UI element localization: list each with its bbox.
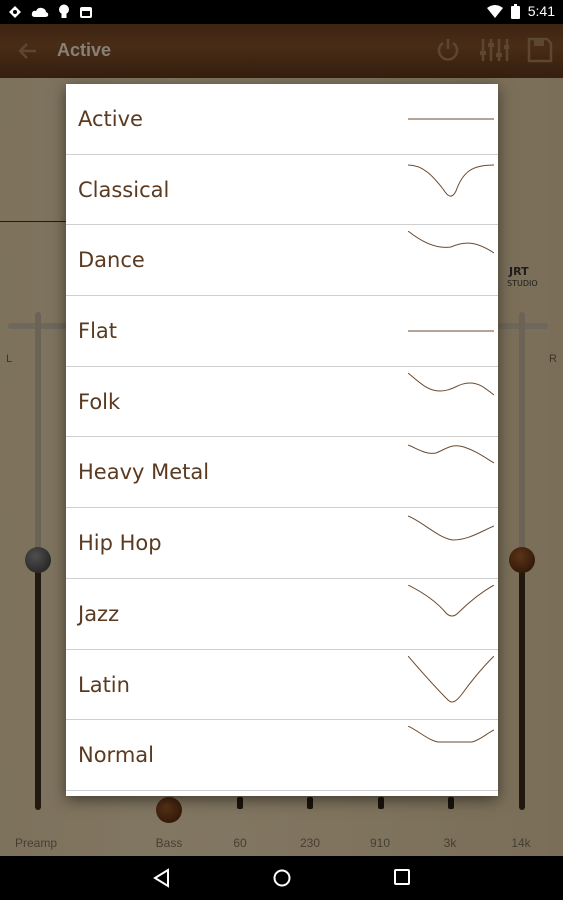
preset-item-heavy-metal[interactable]: Heavy Metal — [66, 437, 498, 509]
calendar-icon — [80, 6, 92, 18]
cloud-icon — [31, 7, 49, 17]
battery-icon — [510, 3, 520, 19]
nav-home-icon[interactable] — [272, 868, 292, 888]
nav-back-icon[interactable] — [152, 868, 172, 888]
preset-label: Flat — [78, 319, 118, 344]
eq-curve-preview-icon — [408, 584, 494, 617]
eq-curve-preview-icon — [408, 726, 494, 743]
notification-icon — [9, 5, 21, 18]
preset-item-dance[interactable]: Dance — [66, 225, 498, 297]
preset-item-normal[interactable]: Normal — [66, 720, 498, 791]
nav-recents-icon[interactable] — [393, 868, 411, 886]
preset-item-folk[interactable]: Folk — [66, 367, 498, 438]
eq-curve-preview-icon — [408, 372, 494, 396]
preset-item-jazz[interactable]: Jazz — [66, 579, 498, 650]
preset-label: Normal — [78, 743, 154, 768]
preset-label: Latin — [78, 672, 130, 697]
preset-label: Classical — [78, 177, 170, 202]
eq-curve-preview-icon — [408, 444, 494, 464]
preset-item-hip-hop[interactable]: Hip Hop — [66, 508, 498, 579]
eq-curve-preview-icon — [408, 515, 494, 541]
clock: 5:41 — [527, 3, 555, 19]
preset-list-dialog: Active Classical Dance Flat Folk Heavy M… — [66, 84, 498, 796]
preset-item-active[interactable]: Active — [66, 84, 498, 155]
eq-curve-preview-icon — [408, 231, 494, 254]
eq-curve-preview-icon — [408, 118, 494, 120]
preset-item-latin[interactable]: Latin — [66, 650, 498, 721]
preset-label: Active — [78, 107, 143, 131]
preset-label: Hip Hop — [78, 531, 162, 556]
lightbulb-icon — [59, 4, 69, 18]
wifi-icon — [486, 4, 503, 18]
status-bar: 5:41 — [0, 0, 563, 24]
eq-curve-preview-icon — [408, 655, 494, 702]
preset-label: Folk — [78, 389, 121, 414]
eq-curve-preview-icon — [408, 164, 494, 197]
preset-label: Dance — [78, 248, 145, 273]
preset-item-flat[interactable]: Flat — [66, 296, 498, 367]
eq-curve-preview-icon — [408, 330, 494, 332]
preset-label: Heavy Metal — [78, 460, 210, 485]
system-navigation-bar — [0, 856, 563, 900]
preset-label: Jazz — [78, 601, 120, 626]
preset-item-classical[interactable]: Classical — [66, 155, 498, 226]
